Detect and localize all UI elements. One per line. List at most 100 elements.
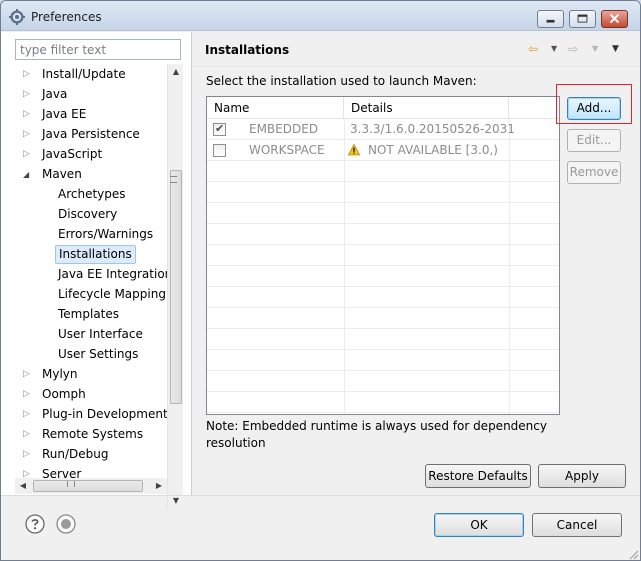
forward-dropdown-icon[interactable]: ▼ [592, 40, 598, 58]
collapsed-arrow-icon[interactable]: ▷ [23, 65, 33, 84]
tree-horizontal-scrollbar[interactable]: ◀ ▶ [15, 478, 167, 494]
grid-row-line [207, 350, 559, 371]
collapsed-arrow-icon[interactable]: ▷ [23, 445, 33, 464]
checkmark-icon: ✔ [215, 122, 225, 135]
tree-item-label: Remote Systems [42, 427, 144, 441]
minimize-icon [546, 19, 555, 23]
view-menu-icon[interactable]: ▼ [612, 40, 619, 58]
grid-row-line [207, 182, 559, 203]
tree-item[interactable]: Templates [15, 305, 167, 324]
maximize-button[interactable] [569, 10, 596, 28]
grid-row-line [207, 224, 559, 245]
tree-item[interactable]: ▷ Plug-in Development [15, 405, 167, 424]
tree-vertical-scrollbar[interactable]: ▲ ▼ [167, 64, 183, 509]
horizontal-scroll-thumb[interactable] [33, 480, 143, 492]
preferences-tree: ▷ Install/Update ▷ Java ▷ Java EE ▷ Java Persis… [15, 64, 167, 482]
edit-installation-button[interactable]: Edit... [567, 129, 621, 152]
tree-item[interactable]: ▷ Oomph [15, 385, 167, 404]
restore-defaults-button[interactable]: Restore Defaults [425, 464, 531, 488]
footer-separator [1, 495, 640, 496]
table-row[interactable]: WORKSPACE NOT AVAILABLE [3.0,) [207, 140, 559, 161]
warning-icon [348, 144, 360, 156]
remove-installation-button[interactable]: Remove [567, 161, 621, 184]
tree-item[interactable]: Java EE Integration [15, 265, 167, 284]
record-macro-icon[interactable] [56, 514, 76, 534]
window-title: Preferences [31, 10, 102, 24]
expanded-arrow-icon[interactable]: ◢ [23, 165, 33, 184]
grid-row-line [207, 266, 559, 287]
close-icon [609, 13, 620, 24]
tree-item-label: Errors/Warnings [58, 227, 154, 241]
filter-input[interactable] [15, 39, 181, 60]
ok-button[interactable]: OK [434, 513, 524, 537]
tree-item-label: User Interface [58, 327, 143, 341]
tree-item-label: User Settings [58, 347, 139, 361]
collapsed-arrow-icon[interactable]: ▷ [23, 405, 33, 424]
tree-item-label: JavaScript [42, 147, 103, 161]
grid-row-line [207, 161, 559, 182]
tree-item-label: Lifecycle Mapping [58, 287, 166, 301]
resize-grip-icon[interactable] [627, 548, 639, 560]
tree-item[interactable]: Errors/Warnings [15, 225, 167, 244]
tree-item[interactable]: Discovery [15, 205, 167, 224]
row-checkbox[interactable]: ✔ [213, 122, 226, 136]
scroll-grip-icon [67, 481, 75, 487]
back-dropdown-icon[interactable]: ▼ [551, 40, 557, 58]
title-bar[interactable]: Preferences [1, 1, 640, 31]
installations-table[interactable]: Name Details ✔ EMBEDDED 3.3.3/1.6.0.2015… [206, 96, 560, 415]
tree-item-label: Mylyn [42, 367, 78, 381]
tree-item-label: Install/Update [42, 67, 126, 81]
close-button[interactable] [601, 10, 628, 28]
grid-row-line [207, 245, 559, 266]
column-header-details[interactable]: Details [344, 97, 509, 119]
tree-item-label: Java [42, 87, 68, 101]
tree-item-label: Maven [42, 167, 82, 181]
tree-item-label: Run/Debug [42, 447, 109, 461]
collapsed-arrow-icon[interactable]: ▷ [23, 425, 33, 444]
tree-item[interactable]: Lifecycle Mapping [15, 285, 167, 304]
tree-item[interactable]: Archetypes [15, 185, 167, 204]
row-checkbox[interactable] [213, 144, 226, 157]
column-header-name[interactable]: Name [207, 97, 344, 119]
tree-item[interactable]: User Interface [15, 325, 167, 344]
tree-item-label: Discovery [58, 207, 118, 221]
tree-item[interactable]: ▷ Java EE [15, 105, 167, 124]
tree-item[interactable]: ▷ Mylyn [15, 365, 167, 384]
forward-arrow-icon[interactable]: ⇨ [568, 40, 578, 58]
back-arrow-icon[interactable]: ⇦ [528, 40, 538, 58]
collapsed-arrow-icon[interactable]: ▷ [23, 365, 33, 384]
tree-item[interactable]: ▷ Install/Update [15, 65, 167, 84]
scroll-left-icon[interactable]: ◀ [15, 478, 31, 494]
vertical-scroll-thumb[interactable] [170, 170, 182, 404]
collapsed-arrow-icon[interactable]: ▷ [23, 385, 33, 404]
collapsed-arrow-icon[interactable]: ▷ [23, 125, 33, 144]
installation-name: EMBEDDED [249, 122, 319, 136]
instruction-label: Select the installation used to launch M… [206, 74, 477, 88]
tree-item-label: Installations [55, 245, 136, 264]
tree-item[interactable]: Installations [15, 245, 167, 264]
table-row[interactable]: ✔ EMBEDDED 3.3.3/1.6.0.20150526-2031 [207, 119, 559, 140]
tree-item[interactable]: ▷ JavaScript [15, 145, 167, 164]
scroll-right-icon[interactable]: ▶ [151, 478, 167, 494]
cancel-button[interactable]: Cancel [532, 513, 622, 537]
tree-item[interactable]: ▷ Java [15, 85, 167, 104]
apply-button[interactable]: Apply [538, 464, 626, 488]
minimize-button[interactable] [537, 10, 564, 28]
collapsed-arrow-icon[interactable]: ▷ [23, 85, 33, 104]
add-installation-button[interactable]: Add... [567, 97, 621, 120]
collapsed-arrow-icon[interactable]: ▷ [23, 105, 33, 124]
tree-item[interactable]: ▷ Java Persistence [15, 125, 167, 144]
tree-item[interactable]: ▷ Remote Systems [15, 425, 167, 444]
grid-row-line [207, 371, 559, 392]
preference-page: Installations ⇦ ▼ ⇨ ▼ ▼ Select the insta… [193, 32, 640, 495]
collapsed-arrow-icon[interactable]: ▷ [23, 145, 33, 164]
tree-item[interactable]: ▷ Run/Debug [15, 445, 167, 464]
scroll-up-icon[interactable]: ▲ [168, 64, 184, 80]
tree-item[interactable]: User Settings [15, 345, 167, 364]
grid-column-line [509, 119, 510, 414]
grid-column-line [344, 119, 345, 414]
embedded-runtime-note: Note: Embedded runtime is always used fo… [206, 419, 547, 450]
installation-details: NOT AVAILABLE [3.0,) [368, 143, 498, 157]
tree-item[interactable]: ◢ Maven [15, 165, 167, 184]
help-icon[interactable] [25, 514, 45, 534]
